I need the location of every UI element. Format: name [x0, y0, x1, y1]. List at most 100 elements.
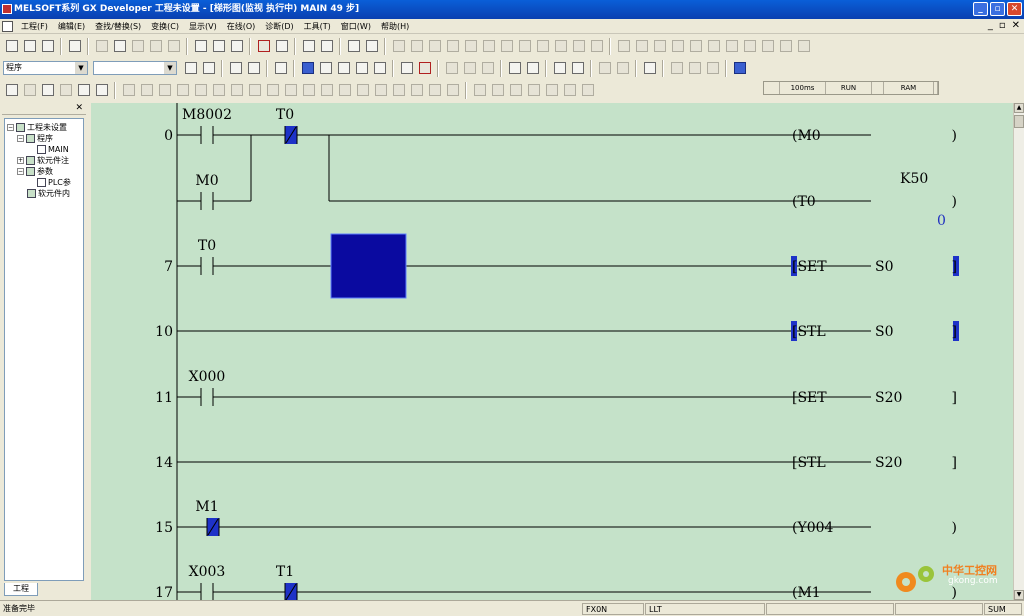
nc-contact-f6-icon[interactable] — [39, 82, 56, 99]
ladder-symbol-icon[interactable] — [300, 82, 317, 99]
parameter-icon[interactable] — [227, 60, 244, 77]
print-icon[interactable] — [66, 38, 83, 55]
ladder-symbol-icon[interactable] — [408, 38, 425, 55]
ladder-symbol-icon[interactable] — [444, 82, 461, 99]
menu-view[interactable]: 显示(V) — [185, 21, 223, 32]
comment-icon[interactable] — [200, 60, 217, 77]
tree-item-plc-parameter[interactable]: PLC参 — [37, 177, 71, 188]
paste-icon[interactable] — [129, 38, 146, 55]
ladder-symbol-icon[interactable] — [480, 38, 497, 55]
block-icon[interactable] — [614, 60, 631, 77]
ladder-symbol-icon[interactable] — [210, 82, 227, 99]
tree-item-program[interactable]: − 程序 — [17, 133, 53, 144]
instruction-f8-icon[interactable] — [93, 82, 110, 99]
vertical-scrollbar[interactable]: ▲ ▼ — [1013, 103, 1024, 600]
ladder-symbol-icon[interactable] — [336, 82, 353, 99]
ladder-symbol-icon[interactable] — [228, 82, 245, 99]
menu-online[interactable]: 在线(O) — [223, 21, 262, 32]
ladder-symbol-icon[interactable] — [795, 38, 812, 55]
find-instruction-icon[interactable] — [210, 38, 227, 55]
instruction-list-view-icon[interactable] — [317, 60, 334, 77]
parallel-contact-f6-icon[interactable] — [21, 82, 38, 99]
cut-icon[interactable] — [93, 38, 110, 55]
device-select[interactable]: ▼ — [93, 61, 177, 75]
zoom-icon[interactable] — [353, 60, 370, 77]
ladder-symbol-icon[interactable] — [462, 38, 479, 55]
ladder-symbol-icon[interactable] — [192, 82, 209, 99]
ladder-symbol-icon[interactable] — [579, 82, 596, 99]
ladder-symbol-icon[interactable] — [156, 82, 173, 99]
ladder-symbol-icon[interactable] — [318, 82, 335, 99]
ladder-symbol-icon[interactable] — [354, 82, 371, 99]
ladder-symbol-icon[interactable] — [534, 38, 551, 55]
write-to-plc-icon[interactable] — [255, 38, 272, 55]
ladder-symbol-icon[interactable] — [246, 82, 263, 99]
document-icon[interactable] — [2, 20, 13, 32]
sfc-symbol-icon[interactable] — [704, 60, 721, 77]
step-stop-icon[interactable] — [569, 60, 586, 77]
ladder-symbol-icon[interactable] — [120, 82, 137, 99]
edit-mode-icon[interactable] — [371, 60, 388, 77]
tree-item-project[interactable]: − 工程未设置 — [7, 122, 67, 133]
sfc-symbol-icon[interactable] — [686, 60, 703, 77]
scroll-up-icon[interactable]: ▲ — [1014, 103, 1024, 113]
tree-item-device-comment[interactable]: + 软元件注 — [17, 155, 69, 166]
ladder-symbol-icon[interactable] — [525, 82, 542, 99]
collapse-icon[interactable]: − — [17, 168, 24, 175]
ladder-symbol-icon[interactable] — [543, 82, 560, 99]
program-list-icon[interactable] — [182, 60, 199, 77]
device-test-icon[interactable] — [363, 38, 380, 55]
find-device-icon[interactable] — [192, 38, 209, 55]
ladder-symbol-icon[interactable] — [426, 82, 443, 99]
redo-icon[interactable] — [165, 38, 182, 55]
scroll-thumb[interactable] — [1014, 115, 1024, 128]
contact-f5-icon[interactable] — [3, 82, 20, 99]
menu-find-replace[interactable]: 查找/替换(S) — [91, 21, 147, 32]
ladder-symbol-icon[interactable] — [759, 38, 776, 55]
tree-item-device-memory[interactable]: 软元件内 — [27, 188, 70, 199]
ladder-symbol-icon[interactable] — [570, 38, 587, 55]
sfc-symbol-icon[interactable] — [668, 60, 685, 77]
monitor-start-icon[interactable] — [300, 38, 317, 55]
ladder-symbol-icon[interactable] — [561, 82, 578, 99]
chevron-down-icon[interactable]: ▼ — [164, 62, 176, 74]
parallel-nc-contact-icon[interactable] — [57, 82, 74, 99]
monitor-mode-icon[interactable] — [443, 60, 460, 77]
doc-minimize-button[interactable]: _ — [988, 20, 993, 31]
device-memory-icon[interactable] — [245, 60, 262, 77]
ladder-symbol-icon[interactable] — [651, 38, 668, 55]
search-icon[interactable] — [524, 60, 541, 77]
frame-icon[interactable] — [731, 60, 748, 77]
block-icon[interactable] — [596, 60, 613, 77]
ladder-symbol-icon[interactable] — [588, 38, 605, 55]
read-mode-icon[interactable] — [398, 60, 415, 77]
ladder-symbol-icon[interactable] — [498, 38, 515, 55]
sfc-view-icon[interactable] — [335, 60, 352, 77]
entry-monitor-icon[interactable] — [345, 38, 362, 55]
expand-icon[interactable]: + — [17, 157, 24, 164]
ladder-symbol-icon[interactable] — [174, 82, 191, 99]
doc-close-button[interactable]: ✕ — [1012, 20, 1020, 31]
menu-tools[interactable]: 工具(T) — [300, 21, 337, 32]
doc-restore-button[interactable]: ▫ — [999, 20, 1006, 31]
step-run-icon[interactable] — [551, 60, 568, 77]
restore-button[interactable]: ▫ — [990, 2, 1005, 16]
ladder-symbol-icon[interactable] — [777, 38, 794, 55]
test-icon[interactable] — [641, 60, 658, 77]
ladder-symbol-icon[interactable] — [264, 82, 281, 99]
ladder-symbol-icon[interactable] — [687, 38, 704, 55]
close-button[interactable]: ✕ — [1007, 2, 1022, 16]
write-mode-icon[interactable] — [416, 60, 433, 77]
ladder-symbol-icon[interactable] — [471, 82, 488, 99]
read-from-plc-icon[interactable] — [273, 38, 290, 55]
ladder-symbol-icon[interactable] — [489, 82, 506, 99]
ladder-symbol-icon[interactable] — [426, 38, 443, 55]
tree-item-parameter[interactable]: − 参数 — [17, 166, 53, 177]
tree-item-main[interactable]: MAIN — [37, 144, 69, 155]
ladder-symbol-icon[interactable] — [390, 38, 407, 55]
chevron-down-icon[interactable]: ▼ — [75, 62, 87, 74]
ladder-symbol-icon[interactable] — [282, 82, 299, 99]
menu-edit[interactable]: 编辑(E) — [54, 21, 91, 32]
ladder-symbol-icon[interactable] — [741, 38, 758, 55]
ladder-symbol-icon[interactable] — [705, 38, 722, 55]
